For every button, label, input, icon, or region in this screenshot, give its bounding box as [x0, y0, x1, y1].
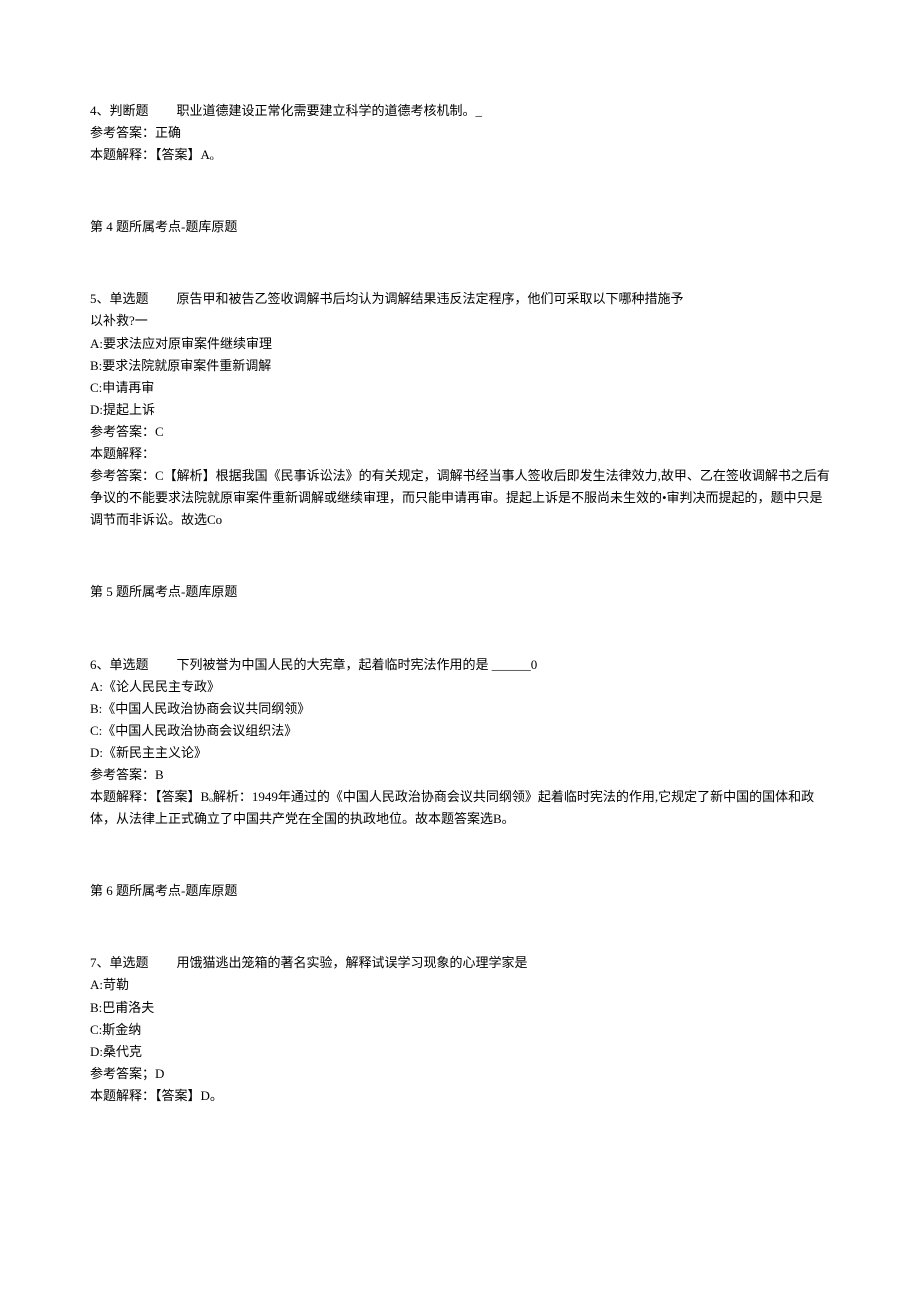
q7-ref-label: 参考答案； — [90, 1066, 155, 1081]
q7-ref-answer: D — [155, 1066, 164, 1081]
q6-explain-label: 本题解释： — [90, 789, 155, 804]
q4-number: 4、判断题 — [90, 103, 149, 118]
q6-explain-line: 本题解释：【答案】Bₒ解析：1949年通过的《中国人民政治协商会议共同纲领》起着… — [90, 786, 830, 830]
q7-stem: 用饿猫逃出笼箱的著名实验，解释试误学习现象的心理学家是 — [177, 955, 528, 970]
q7-explain-line: 本题解释：【答案】D。 — [90, 1085, 830, 1107]
question-7: 7、单选题 用饿猫逃出笼箱的著名实验，解释试误学习现象的心理学家是 A:苛勒 B:… — [90, 952, 830, 1107]
q5-stem-line1: 5、单选题 原告甲和被告乙签收调解书后均认为调解结果违反法定程序，他们可采取以下哪… — [90, 288, 830, 310]
q7-explain-label: 本题解释： — [90, 1088, 155, 1103]
question-6: 6、单选题 下列被誉为中国人民的大宪章，起着临时宪法作用的是 ______0 A:… — [90, 654, 830, 831]
q4-explain-line: 本题解释：【答案】Aₒ — [90, 144, 830, 166]
q7-optC: C:斯金纳 — [90, 1019, 830, 1041]
q4-stem-line: 4、判断题 职业道德建设正常化需要建立科学的道德考核机制。_ — [90, 100, 830, 122]
q7-optA: A:苛勒 — [90, 974, 830, 996]
q5-ref-line: 参考答案：C — [90, 421, 830, 443]
q6-topic: 第 6 题所属考点-题库原题 — [90, 880, 830, 902]
q6-optC: C:《中国人民政治协商会议组织法》 — [90, 720, 830, 742]
q5-ref-answer: C — [155, 424, 164, 439]
question-4: 4、判断题 职业道德建设正常化需要建立科学的道德考核机制。_ 参考答案：正确 本题… — [90, 100, 830, 166]
q4-ref-line: 参考答案：正确 — [90, 122, 830, 144]
q7-number: 7、单选题 — [90, 955, 149, 970]
q7-optD: D:桑代克 — [90, 1041, 830, 1063]
q7-ref-line: 参考答案；D — [90, 1063, 830, 1085]
q5-ref-label: 参考答案： — [90, 424, 155, 439]
q5-optC: C:申请再审 — [90, 377, 830, 399]
q5-number: 5、单选题 — [90, 291, 149, 306]
q4-ref-answer: 正确 — [155, 125, 181, 140]
question-5: 5、单选题 原告甲和被告乙签收调解书后均认为调解结果违反法定程序，他们可采取以下哪… — [90, 288, 830, 531]
q5-stem1: 原告甲和被告乙签收调解书后均认为调解结果违反法定程序，他们可采取以下哪种措施予 — [177, 291, 684, 306]
q6-explain-text: 【答案】Bₒ解析：1949年通过的《中国人民政治协商会议共同纲领》起着临时宪法的… — [90, 789, 814, 826]
q6-ref-answer: B — [155, 767, 164, 782]
q6-stem: 下列被誉为中国人民的大宪章，起着临时宪法作用的是 ______0 — [177, 657, 538, 672]
q5-explain1: 参考答案：C【解析】根据我国《民事诉讼法》的有关规定，调解书经当事人签收后即发生… — [90, 465, 830, 531]
q6-optD: D:《新民主主义论》 — [90, 742, 830, 764]
q4-explain-label: 本题解释： — [90, 147, 155, 162]
q4-ref-label: 参考答案： — [90, 125, 155, 140]
q7-explain-text: 【答案】D。 — [155, 1088, 223, 1103]
q5-stem2: 以补救?一 — [90, 310, 830, 332]
q5-topic: 第 5 题所属考点-题库原题 — [90, 581, 830, 603]
q5-optB: B:要求法院就原审案件重新调解 — [90, 355, 830, 377]
q5-explain-label: 本题解释： — [90, 443, 830, 465]
q4-topic: 第 4 题所属考点-题库原题 — [90, 216, 830, 238]
q6-optB: B:《中国人民政治协商会议共同纲领》 — [90, 698, 830, 720]
q7-stem-line: 7、单选题 用饿猫逃出笼箱的著名实验，解释试误学习现象的心理学家是 — [90, 952, 830, 974]
q6-stem-line: 6、单选题 下列被誉为中国人民的大宪章，起着临时宪法作用的是 ______0 — [90, 654, 830, 676]
q6-optA: A:《论人民民主专政》 — [90, 676, 830, 698]
q6-number: 6、单选题 — [90, 657, 149, 672]
q4-explain-text: 【答案】Aₒ — [155, 147, 214, 162]
q7-optB: B:巴甫洛夫 — [90, 997, 830, 1019]
q4-stem: 职业道德建设正常化需要建立科学的道德考核机制。_ — [177, 103, 483, 118]
q5-optA: A:要求法应对原审案件继续审理 — [90, 333, 830, 355]
q5-optD: D:提起上诉 — [90, 399, 830, 421]
q6-ref-label: 参考答案： — [90, 767, 155, 782]
q6-ref-line: 参考答案：B — [90, 764, 830, 786]
